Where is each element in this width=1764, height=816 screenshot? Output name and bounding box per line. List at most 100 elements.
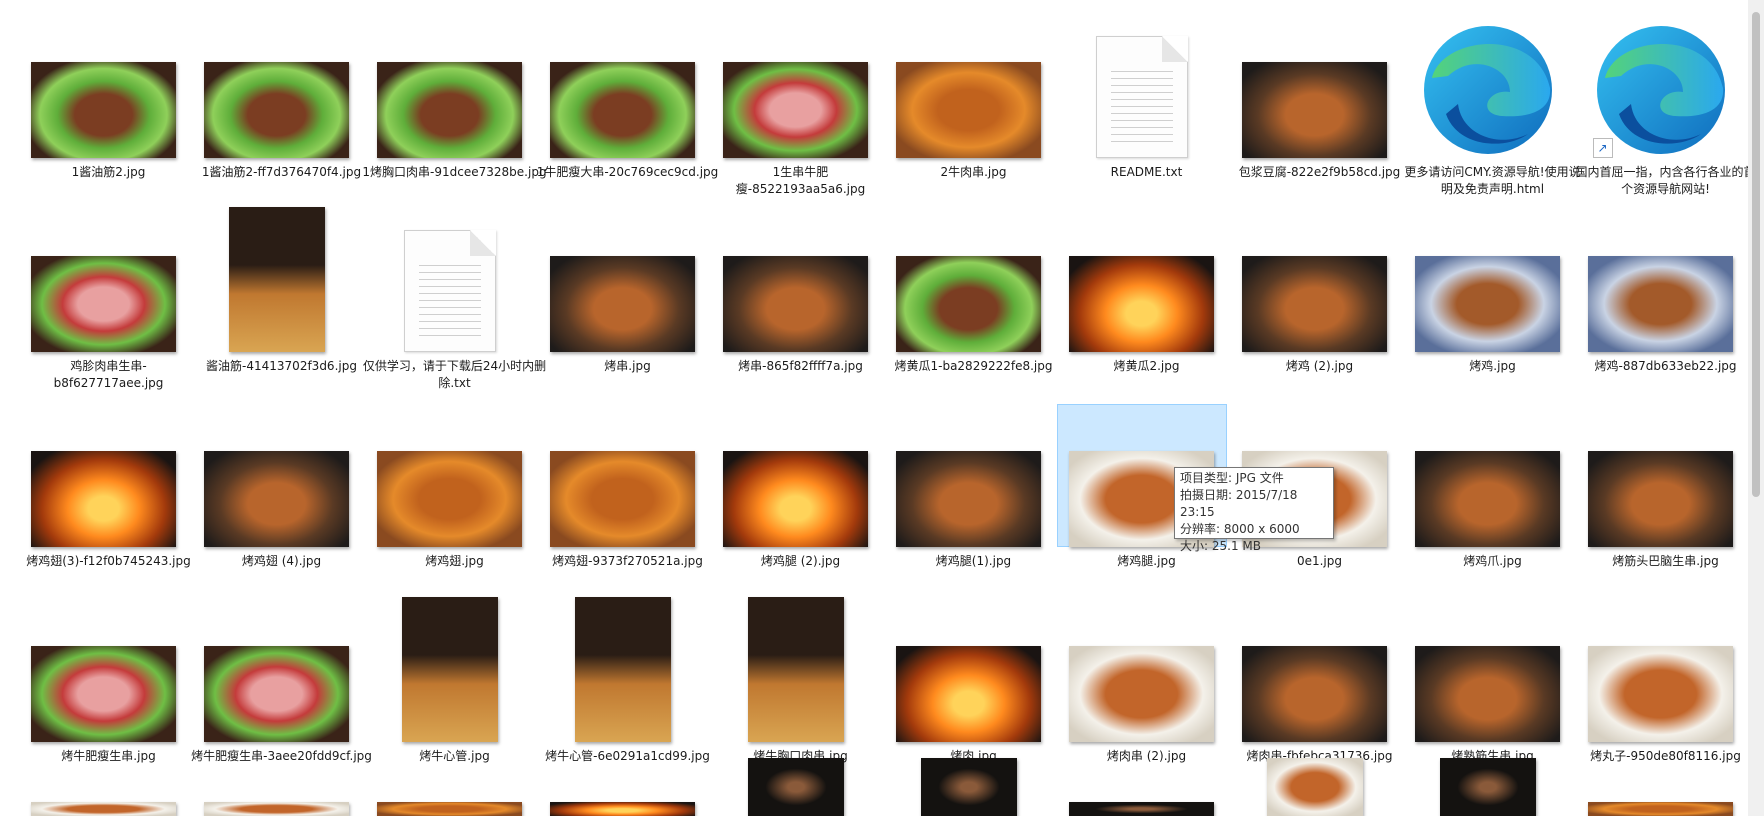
image-thumbnail <box>550 256 695 352</box>
file-name: 烤鸡腿(1).jpg <box>935 554 1012 568</box>
image-thumbnail <box>574 597 671 742</box>
file-thumbnail[interactable] <box>714 758 877 816</box>
file-thumbnail[interactable] <box>1406 758 1569 816</box>
file-thumbnail[interactable] <box>1579 758 1742 816</box>
file-name: 烤鸡.jpg <box>1469 359 1516 373</box>
image-thumbnail <box>723 62 868 158</box>
file-name: 包浆豆腐-822e2f9b58cd.jpg <box>1238 165 1401 179</box>
file-thumbnail[interactable] <box>1579 407 1742 547</box>
tooltip-resolution: 分辨率: 8000 x 6000 <box>1180 522 1300 536</box>
file-thumbnail[interactable] <box>195 602 358 742</box>
image-thumbnail <box>31 256 176 352</box>
file-thumbnail[interactable] <box>1233 18 1396 158</box>
vertical-scrollbar[interactable] <box>1748 0 1764 816</box>
file-thumbnail[interactable] <box>1233 602 1396 742</box>
image-thumbnail <box>204 802 349 816</box>
file-name: 烤鸡腿.jpg <box>1117 554 1176 568</box>
file-thumbnail[interactable] <box>541 212 704 352</box>
file-name: 酱油筋-41413702f3d6.jpg <box>206 359 357 373</box>
file-thumbnail[interactable] <box>22 602 185 742</box>
file-thumbnail[interactable] <box>1579 212 1742 352</box>
file-thumbnail[interactable] <box>1406 407 1569 547</box>
text-file-icon <box>1095 36 1188 158</box>
file-name: 烤鸡翅-9373f270521a.jpg <box>552 554 703 568</box>
scrollbar-thumb[interactable] <box>1752 12 1760 497</box>
image-thumbnail <box>204 62 349 158</box>
file-thumbnail[interactable] <box>368 597 531 742</box>
file-thumbnail[interactable] <box>541 18 704 158</box>
image-thumbnail <box>747 597 844 742</box>
file-thumbnail[interactable] <box>714 407 877 547</box>
file-name: 烤黄瓜1-ba2829222fe8.jpg <box>894 359 1053 373</box>
file-thumbnail[interactable]: ↗ <box>1579 18 1742 158</box>
file-thumbnail[interactable] <box>1233 758 1396 816</box>
file-name: README.txt <box>1110 165 1183 179</box>
file-thumbnail[interactable] <box>1060 758 1223 816</box>
image-thumbnail <box>1415 256 1560 352</box>
file-name: 2牛肉串.jpg <box>940 165 1007 179</box>
shortcut-arrow-icon: ↗ <box>1592 138 1613 158</box>
file-name: 1酱油筋2-ff7d376470f4.jpg <box>201 165 362 179</box>
image-thumbnail <box>204 451 349 547</box>
image-thumbnail <box>723 256 868 352</box>
file-thumbnail[interactable] <box>714 18 877 158</box>
file-thumbnail[interactable] <box>1406 212 1569 352</box>
image-thumbnail <box>1415 451 1560 547</box>
file-thumbnail[interactable] <box>368 758 531 816</box>
tooltip-type: 项目类型: JPG 文件 <box>1180 471 1284 485</box>
file-grid: 1酱油筋2.jpg 1酱油筋2-ff7d376470f4.jpg 1烤胸口肉串-91… <box>0 0 1748 816</box>
file-thumbnail[interactable] <box>887 18 1050 158</box>
file-thumbnail[interactable] <box>22 18 185 158</box>
image-thumbnail <box>1242 62 1387 158</box>
file-name: 烤鸡翅(3)-f12f0b745243.jpg <box>26 554 191 568</box>
image-thumbnail <box>31 802 176 816</box>
file-thumbnail[interactable] <box>887 407 1050 547</box>
image-thumbnail <box>377 802 522 816</box>
file-thumbnail[interactable] <box>887 602 1050 742</box>
file-thumbnail[interactable] <box>195 758 358 816</box>
file-thumbnail[interactable] <box>541 597 704 742</box>
image-thumbnail <box>31 646 176 742</box>
image-thumbnail <box>31 62 176 158</box>
file-thumbnail[interactable] <box>714 212 877 352</box>
text-file-icon <box>403 230 496 352</box>
file-thumbnail[interactable] <box>541 758 704 816</box>
file-thumbnail[interactable] <box>1406 602 1569 742</box>
file-thumbnail[interactable] <box>1060 602 1223 742</box>
file-thumbnail[interactable] <box>887 758 1050 816</box>
file-thumbnail[interactable] <box>1233 212 1396 352</box>
file-thumbnail[interactable] <box>195 407 358 547</box>
html-file-icon <box>1418 18 1558 158</box>
file-thumbnail[interactable] <box>714 597 877 742</box>
file-thumbnail[interactable] <box>1406 18 1569 158</box>
file-thumbnail[interactable] <box>1060 18 1223 158</box>
file-thumbnail[interactable] <box>887 212 1050 352</box>
file-thumbnail[interactable] <box>368 212 531 352</box>
tooltip-size: 大小: 25.1 MB <box>1180 539 1261 553</box>
file-thumbnail[interactable] <box>22 407 185 547</box>
file-thumbnail[interactable] <box>368 18 531 158</box>
file-thumbnail[interactable] <box>195 18 358 158</box>
image-thumbnail <box>747 758 844 816</box>
image-thumbnail <box>1266 758 1363 816</box>
file-thumbnail[interactable] <box>22 212 185 352</box>
file-name: 烤鸡腿 (2).jpg <box>760 554 841 568</box>
image-thumbnail <box>1588 646 1733 742</box>
file-thumbnail[interactable] <box>541 407 704 547</box>
image-thumbnail <box>550 802 695 816</box>
file-thumbnail[interactable] <box>1060 212 1223 352</box>
tooltip-date: 拍摄日期: 2015/7/18 23:15 <box>1180 488 1298 519</box>
file-thumbnail[interactable] <box>1579 602 1742 742</box>
file-name: 1牛肥瘦大串-20c769cec9cd.jpg <box>536 165 719 179</box>
image-thumbnail <box>377 62 522 158</box>
file-thumbnail[interactable] <box>195 207 358 352</box>
file-name: 烤串.jpg <box>604 359 651 373</box>
image-thumbnail <box>31 451 176 547</box>
file-name: 国内首屈一指，内含各行各业的首个资源导航网站! <box>1575 165 1748 196</box>
file-thumbnail[interactable] <box>368 407 531 547</box>
html-file-icon: ↗ <box>1591 18 1731 158</box>
file-name: 更多请访问CMY.资源导航!使用说明及免责声明.html <box>1404 165 1581 196</box>
image-thumbnail <box>1242 256 1387 352</box>
file-thumbnail[interactable] <box>22 758 185 816</box>
image-thumbnail <box>377 451 522 547</box>
